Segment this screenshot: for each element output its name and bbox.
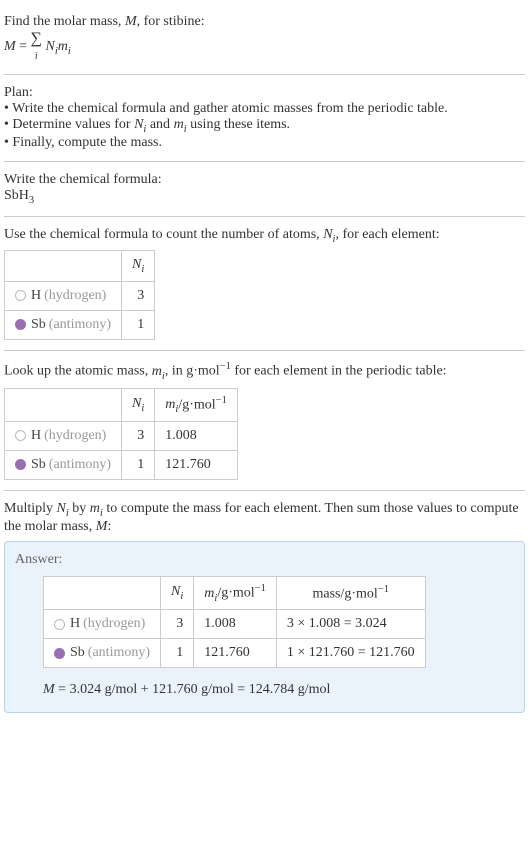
element-swatch-icon [15,430,26,441]
intro-section: Find the molar mass, M, for stibine: M =… [4,4,525,75]
multiply-text: Multiply Ni by mi to compute the mass fo… [4,501,525,535]
count-n: 3 [122,282,155,311]
element-cell: H(hydrogen) [5,282,122,311]
mass-n: 1 [122,451,155,480]
mass-section: Look up the atomic mass, mi, in g·mol−1 … [4,351,525,491]
eq-lhs: M [4,39,16,54]
table-row: Sb(antimony) 1 121.760 1 × 121.760 = 121… [44,639,426,668]
mass-header-blank [5,388,122,421]
intro-line: Find the molar mass, M, for stibine: [4,14,525,30]
multiply-section: Multiply Ni by mi to compute the mass fo… [4,491,525,723]
eq-ni: Ni [45,39,57,54]
mass-header-n: Ni [122,388,155,421]
table-row: H(hydrogen) 3 1.008 3 × 1.008 = 3.024 [44,610,426,639]
element-cell: Sb(antimony) [44,639,161,668]
answer-header-n: Ni [161,576,194,609]
eq-sum-sub: i [35,51,38,62]
table-row: H(hydrogen) 3 1.008 [5,422,238,451]
count-header-blank [5,251,122,282]
answer-box: Answer: Ni mi/g·mol−1 mass/g·mol−1 H(hyd… [4,541,525,713]
element-cell: Sb(antimony) [5,311,122,340]
answer-header-m: mi/g·mol−1 [194,576,277,609]
intro-equation: M = ∑ i Nimi [4,30,525,64]
answer-calc: 1 × 121.760 = 121.760 [276,639,425,668]
element-cell: Sb(antimony) [5,451,122,480]
answer-header-mass: mass/g·mol−1 [276,576,425,609]
answer-header-blank [44,576,161,609]
table-row: Sb(antimony) 1 121.760 [5,451,238,480]
mass-table: Ni mi/g·mol−1 H(hydrogen) 3 1.008 Sb(ant… [4,388,238,480]
answer-table: Ni mi/g·mol−1 mass/g·mol−1 H(hydrogen) 3… [43,576,426,668]
eq-eq: = [16,39,31,54]
var-m: M [125,14,137,29]
element-swatch-icon [54,619,65,630]
element-cell: H(hydrogen) [44,610,161,639]
plan-bullet-1: • Write the chemical formula and gather … [4,101,525,117]
element-swatch-icon [15,290,26,301]
answer-m: 1.008 [194,610,277,639]
plan-section: Plan: • Write the chemical formula and g… [4,75,525,162]
count-header-n: Ni [122,251,155,282]
mass-text: Look up the atomic mass, mi, in g·mol−1 … [4,361,525,381]
mass-header-m: mi/g·mol−1 [155,388,238,421]
plan-title: Plan: [4,85,525,101]
element-swatch-icon [15,459,26,470]
eq-mi: mi [58,39,71,54]
final-answer: M = 3.024 g/mol + 121.760 g/mol = 124.78… [43,682,514,698]
plan-bullet-3: • Finally, compute the mass. [4,135,525,151]
plan-bullet-2: • Determine values for Ni and mi using t… [4,117,525,135]
chem-formula: SbH3 [4,188,525,206]
element-cell: H(hydrogen) [5,422,122,451]
count-section: Use the chemical formula to count the nu… [4,217,525,352]
answer-label: Answer: [15,552,514,568]
text: Find the molar mass, [4,14,125,29]
answer-n: 3 [161,610,194,639]
table-row: Sb(antimony) 1 [5,311,155,340]
mass-m: 1.008 [155,422,238,451]
answer-m: 121.760 [194,639,277,668]
answer-n: 1 [161,639,194,668]
answer-calc: 3 × 1.008 = 3.024 [276,610,425,639]
element-swatch-icon [15,319,26,330]
text: , for stibine: [137,14,205,29]
table-row: H(hydrogen) 3 [5,282,155,311]
count-table: Ni H(hydrogen) 3 Sb(antimony) 1 [4,250,155,340]
eq-sum: ∑ [31,30,42,47]
element-swatch-icon [54,648,65,659]
mass-m: 121.760 [155,451,238,480]
count-text: Use the chemical formula to count the nu… [4,227,525,245]
count-n: 1 [122,311,155,340]
chem-formula-section: Write the chemical formula: SbH3 [4,162,525,217]
mass-n: 3 [122,422,155,451]
chem-title: Write the chemical formula: [4,172,525,188]
